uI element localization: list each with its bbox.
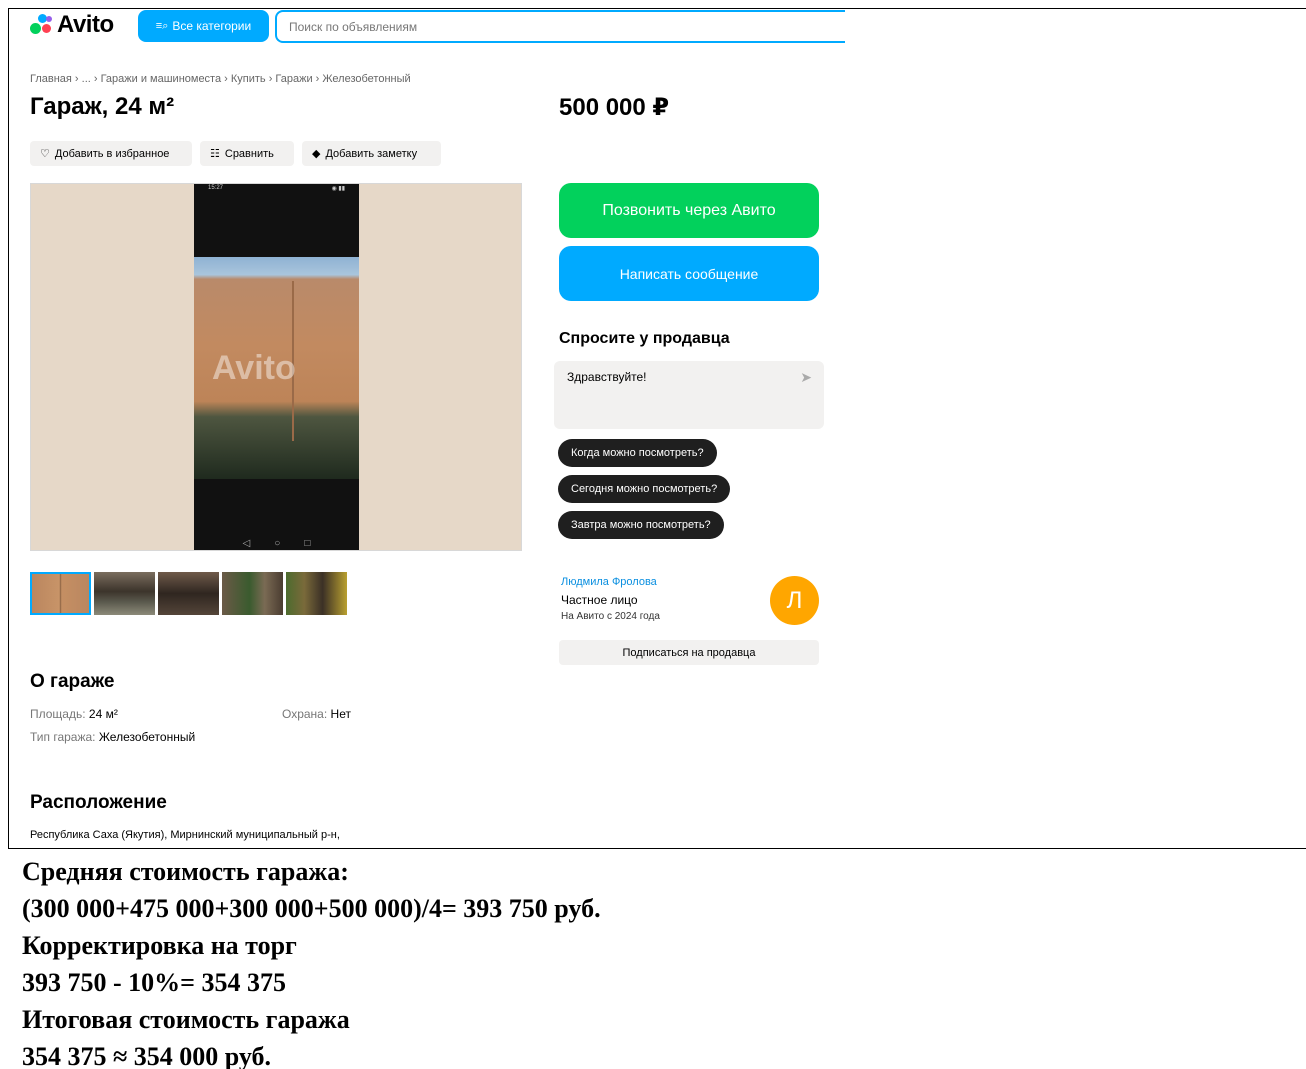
calc-line-final-title: Итоговая стоимость гаража xyxy=(22,1005,350,1034)
logo-text: Avito xyxy=(57,11,114,38)
note-icon: ◆ xyxy=(312,148,321,160)
compare-icon: ☷ xyxy=(210,148,220,160)
param-area-label: Площадь: xyxy=(30,707,86,721)
param-area-value: 24 м² xyxy=(88,707,118,721)
recent-icon: □ xyxy=(304,538,311,549)
all-categories-label: Все категории xyxy=(172,19,252,33)
avito-watermark: Avito xyxy=(212,349,296,387)
param-security: Охрана: Нет xyxy=(282,707,351,721)
add-note-button[interactable]: ◆ Добавить заметку xyxy=(302,141,441,166)
avito-logo[interactable]: Avito xyxy=(30,11,114,38)
calc-line-average-formula: (300 000+475 000+300 000+500 000)/4= 393… xyxy=(22,894,601,923)
logo-dots-icon xyxy=(30,14,54,36)
param-security-value: Нет xyxy=(330,707,351,721)
thumbnail-5[interactable] xyxy=(286,572,347,615)
compare-button[interactable]: ☷ Сравнить xyxy=(200,141,294,166)
price-calculation: Средняя стоимость гаража: (300 000+475 0… xyxy=(22,853,601,1069)
calc-line-discount-formula: 393 750 - 10%= 354 375 xyxy=(22,968,286,997)
param-type: Тип гаража: Железобетонный xyxy=(30,730,195,744)
compare-label: Сравнить xyxy=(224,147,274,160)
quick-question-chip[interactable]: Сегодня можно посмотреть? xyxy=(558,475,731,503)
phone-nav-bar: ◁ ○ □ xyxy=(194,538,359,549)
quick-question-chip[interactable]: Завтра можно посмотреть? xyxy=(558,511,724,539)
thumbnail-1[interactable] xyxy=(30,572,91,615)
seller-name-link[interactable]: Людмила Фролова xyxy=(561,576,657,588)
call-via-avito-button[interactable]: Позвонить через Авито xyxy=(559,183,819,238)
add-to-favorites-button[interactable]: ♡ Добавить в избранное xyxy=(30,141,192,166)
location-title: Расположение xyxy=(30,792,167,813)
write-message-button[interactable]: Написать сообщение xyxy=(559,246,819,301)
thumbnail-4[interactable] xyxy=(222,572,283,615)
phone-status-bar: 15:27 ◉ ▮▮ xyxy=(194,184,359,194)
thumbnail-2[interactable] xyxy=(94,572,155,615)
seller-since: На Авито с 2024 года xyxy=(561,611,660,622)
heart-icon: ♡ xyxy=(40,148,50,160)
phone-screenshot: 15:27 ◉ ▮▮ Avito ◁ ○ □ xyxy=(194,184,359,550)
quick-question-chip[interactable]: Когда можно посмотреть? xyxy=(558,439,717,467)
thumbnail-3[interactable] xyxy=(158,572,219,615)
search-input[interactable]: Поиск по объявлениям xyxy=(275,10,845,43)
screenshot-frame: Avito ≡⌕ Все категории Поиск по объявлен… xyxy=(8,8,1306,849)
phone-status-icons: ◉ ▮▮ xyxy=(331,186,345,192)
search-placeholder: Поиск по объявлениям xyxy=(289,19,418,34)
add-note-label: Добавить заметку xyxy=(325,147,418,160)
location-address: Республика Саха (Якутия), Мирнинский мун… xyxy=(30,829,340,841)
price: 500 000 ₽ xyxy=(559,94,670,121)
calc-line-discount-title: Корректировка на торг xyxy=(22,931,297,960)
param-area: Площадь: 24 м² xyxy=(30,707,118,721)
garage-door-image: Avito xyxy=(194,257,359,479)
ask-seller-title: Спросите у продавца xyxy=(559,330,730,347)
breadcrumb[interactable]: Главная › ... › Гаражи и машиноместа › К… xyxy=(30,73,411,85)
about-garage-title: О гараже xyxy=(30,671,115,692)
photo-thumbnails xyxy=(30,572,347,615)
all-categories-button[interactable]: ≡⌕ Все категории xyxy=(138,10,269,42)
add-to-favorites-label: Добавить в избранное xyxy=(54,147,170,160)
seller-type: Частное лицо xyxy=(561,593,638,607)
home-icon: ○ xyxy=(274,538,281,549)
calc-line-average-title: Средняя стоимость гаража: xyxy=(22,857,349,886)
avatar[interactable]: Л xyxy=(770,576,819,625)
param-type-value: Железобетонный xyxy=(98,730,196,744)
main-photo[interactable]: 15:27 ◉ ▮▮ Avito ◁ ○ □ xyxy=(30,183,522,551)
send-icon[interactable]: ➤ xyxy=(800,369,812,386)
categories-search-icon: ≡⌕ xyxy=(155,19,169,32)
param-type-label: Тип гаража: xyxy=(30,730,96,744)
ask-seller-input[interactable]: Здравствуйте! ➤ xyxy=(554,361,824,429)
phone-time: 15:27 xyxy=(208,185,224,191)
back-icon: ◁ xyxy=(242,538,251,549)
calc-line-final-value: 354 375 ≈ 354 000 руб. xyxy=(22,1042,272,1069)
ask-seller-text: Здравствуйте! xyxy=(567,370,647,384)
param-security-label: Охрана: xyxy=(282,707,328,721)
subscribe-seller-button[interactable]: Подписаться на продавца xyxy=(559,640,819,665)
page-title: Гараж, 24 м² xyxy=(30,93,175,120)
